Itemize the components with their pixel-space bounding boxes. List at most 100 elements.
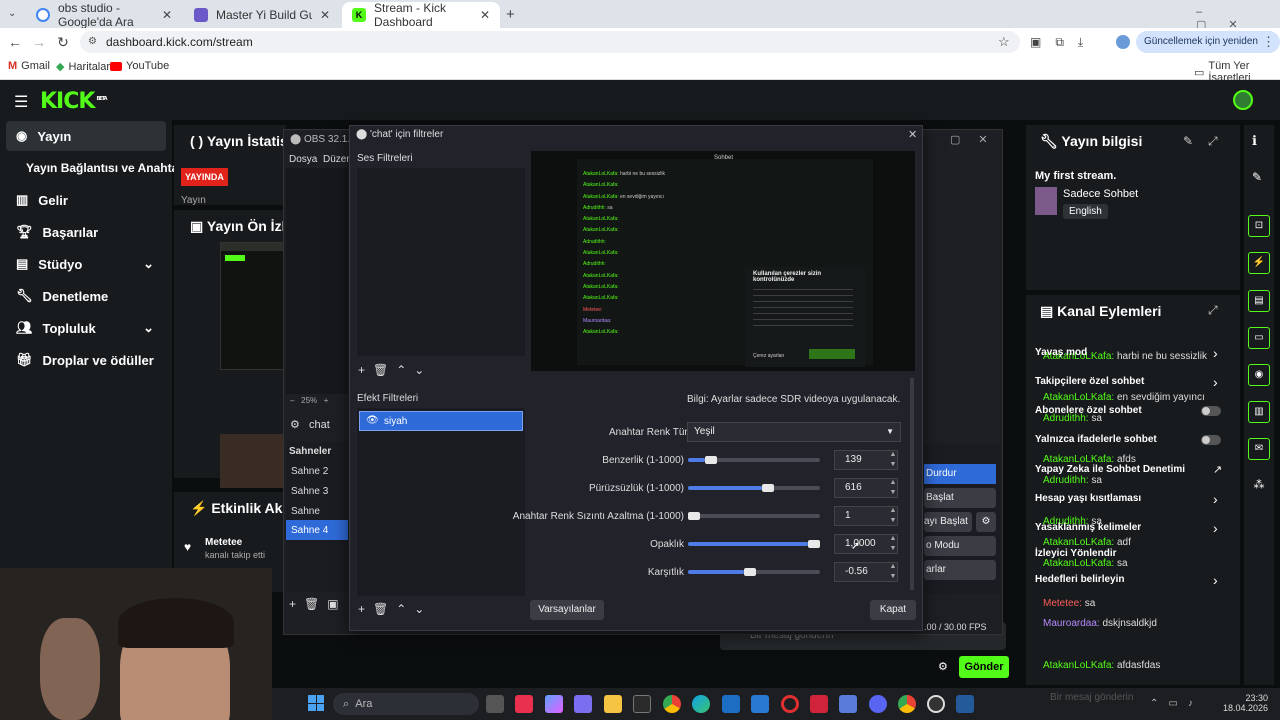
copilot-icon[interactable]	[545, 695, 563, 713]
edit-icon[interactable]: ✎	[1183, 134, 1193, 148]
spin-arrows-icon[interactable]: ▲ ▼	[887, 506, 899, 526]
app-icon-3[interactable]	[810, 695, 828, 713]
slider-handle[interactable]	[688, 512, 700, 520]
sidebar-item-drops[interactable]: 🎁︎ Droplar ve ödüller	[6, 345, 166, 375]
pencil-icon[interactable]: ✎	[1252, 170, 1262, 184]
zoom-controls[interactable]: – 25% +	[290, 396, 328, 405]
app-icon-4[interactable]	[839, 695, 857, 713]
app-icon-2[interactable]	[633, 695, 651, 713]
sidebar-item-moderation[interactable]: 🔧︎ Denetleme	[6, 281, 166, 311]
close-tab-icon[interactable]: ✕	[480, 8, 490, 22]
settings-scrollbar[interactable]	[910, 378, 914, 590]
profile-avatar[interactable]	[1116, 35, 1130, 49]
tool-button-6[interactable]: ▥	[1248, 401, 1270, 423]
close-tab-icon[interactable]: ✕	[162, 8, 172, 22]
user-avatar[interactable]	[1233, 90, 1253, 110]
scene-item[interactable]: Sahne 2	[291, 466, 328, 477]
sidebar-item-studio[interactable]: ▤ Stüdyo ⌄	[6, 249, 166, 279]
tab-master-yi[interactable]: Master Yi Build Guide - Runes, ✕	[184, 2, 340, 28]
taskbar-search[interactable]: ⌕ Ara	[333, 693, 479, 715]
forward-icon[interactable]: →	[30, 33, 48, 51]
stop-stream-button[interactable]: Durdur	[924, 464, 996, 484]
studio-mode-button[interactable]: o Modu	[924, 536, 996, 556]
action-emotes-only[interactable]: Yalnızca ifadelerle sohbet	[1035, 434, 1157, 445]
windows-start-icon[interactable]	[308, 695, 324, 711]
popout-icon[interactable]: ⤢	[1208, 303, 1218, 318]
slider-handle[interactable]	[762, 484, 775, 492]
file-explorer-icon[interactable]	[604, 695, 622, 713]
action-slow-mode[interactable]: Yavaş mod	[1035, 347, 1087, 358]
close-tab-icon[interactable]: ✕	[320, 8, 330, 22]
emotes-only-toggle[interactable]	[1201, 435, 1221, 445]
action-subscribers-only[interactable]: Abonelere özel sohbet	[1035, 405, 1142, 416]
audio-filters-list[interactable]	[357, 168, 525, 356]
teams-icon[interactable]	[574, 695, 592, 713]
popout-icon[interactable]: ⤢	[1208, 134, 1218, 149]
action-banned-words[interactable]: Yasaklanmış kelimeler	[1035, 522, 1141, 533]
key-type-select[interactable]: Yeşil ▼	[687, 422, 901, 442]
start-recording-button[interactable]: Başlat	[924, 488, 996, 508]
edge-icon[interactable]	[692, 695, 710, 713]
app-icon-5[interactable]	[956, 695, 974, 713]
audio-filter-toolbar[interactable]: +🗑︎⌃⌄	[358, 363, 438, 379]
new-tab-icon[interactable]: +	[506, 6, 515, 23]
effect-filter-toolbar[interactable]: +🗑︎⌃⌄	[358, 602, 438, 618]
reload-icon[interactable]: ↻	[54, 33, 72, 51]
update-button[interactable]: Güncellemek için yeniden başlat	[1136, 31, 1280, 69]
tool-button-2[interactable]: ⚡	[1248, 252, 1270, 274]
task-view-icon[interactable]	[486, 695, 504, 713]
scene-item-selected[interactable]: Sahne 4	[286, 520, 348, 540]
tab-google[interactable]: obs studio - Google'da Ara ✕	[26, 1, 182, 29]
tool-button-5[interactable]: ◉	[1248, 364, 1270, 386]
action-followers-only[interactable]: Takipçilere özel sohbet	[1035, 376, 1144, 387]
sidebar-item-achievements[interactable]: 🏆︎ Başarılar	[6, 217, 166, 247]
discord-icon[interactable]	[869, 695, 887, 713]
app-icon-1[interactable]	[515, 695, 533, 713]
chrome-active-icon[interactable]	[898, 695, 916, 713]
menu-file[interactable]: Dosya	[289, 154, 317, 165]
replay-settings-icon[interactable]: ⚙	[976, 512, 996, 532]
scene-item[interactable]: Sahne 3	[291, 486, 328, 497]
sidebar-item-stream[interactable]: ◉ Yayın	[6, 121, 166, 151]
scene-item[interactable]: Sahne	[291, 506, 320, 517]
chrome-icon[interactable]	[663, 695, 681, 713]
tab-kick-dashboard[interactable]: K Stream - Kick Dashboard ✕	[342, 1, 500, 29]
slider-handle[interactable]	[704, 456, 717, 464]
bookmark-maps[interactable]: ◆ Haritalar	[56, 60, 110, 74]
hamburger-menu-icon[interactable]: ☰	[14, 92, 28, 112]
mail-icon[interactable]	[722, 695, 740, 713]
external-link-icon[interactable]: ↗	[1213, 463, 1222, 476]
defaults-button[interactable]: Varsayılanlar	[530, 600, 604, 620]
url-bar[interactable]: dashboard.kick.com/stream	[80, 31, 1020, 53]
spin-arrows-icon[interactable]: ▲ ▼	[887, 450, 899, 470]
clock[interactable]: 23:30 18.04.2026	[1210, 693, 1268, 713]
subscribers-only-toggle[interactable]	[1201, 406, 1221, 416]
chevron-right-icon[interactable]: ›	[1213, 345, 1218, 361]
tab-list-dropdown-icon[interactable]: ⌄	[8, 8, 16, 19]
back-icon[interactable]: ←	[6, 33, 24, 51]
tool-button-8[interactable]: ⁂	[1248, 475, 1270, 497]
opera-icon[interactable]	[781, 695, 799, 713]
bookmark-star-icon[interactable]: ☆	[998, 34, 1010, 50]
extensions-icons[interactable]: ▣⧉⤓	[1030, 35, 1097, 50]
chat-settings-icon[interactable]: ⚙	[938, 660, 948, 673]
sidebar-item-stream-key[interactable]: Yayın Bağlantısı ve Anahtarı	[6, 153, 186, 183]
kick-logo[interactable]: KICK BETA	[40, 89, 108, 114]
tool-button-7[interactable]: ✉	[1248, 438, 1270, 460]
sidebar-item-revenue[interactable]: ▥ Gelir	[6, 185, 166, 215]
filter-item-selected[interactable]: 👁︎ siyah	[359, 411, 523, 431]
settings-button[interactable]: arlar	[924, 560, 996, 580]
store-icon[interactable]	[751, 695, 769, 713]
start-replay-button[interactable]: ayı Başlat	[924, 512, 972, 532]
spin-arrows-icon[interactable]: ▲ ▼	[887, 478, 899, 498]
menu-edit[interactable]: Düzen	[323, 154, 352, 165]
action-account-age[interactable]: Hesap yaşı kısıtlaması	[1035, 493, 1141, 504]
chevron-right-icon[interactable]: ›	[1213, 374, 1218, 390]
bookmark-gmail[interactable]: M Gmail	[8, 60, 50, 72]
obs-icon[interactable]	[927, 695, 945, 713]
menu-kebab-icon[interactable]: ⋮	[1262, 34, 1275, 50]
action-ai-moderation[interactable]: Yapay Zeka ile Sohbet Denetimi	[1035, 464, 1185, 475]
chevron-right-icon[interactable]: ›	[1213, 491, 1218, 507]
chevron-right-icon[interactable]: ›	[1213, 572, 1218, 588]
tool-button-3[interactable]: ▤	[1248, 290, 1270, 312]
